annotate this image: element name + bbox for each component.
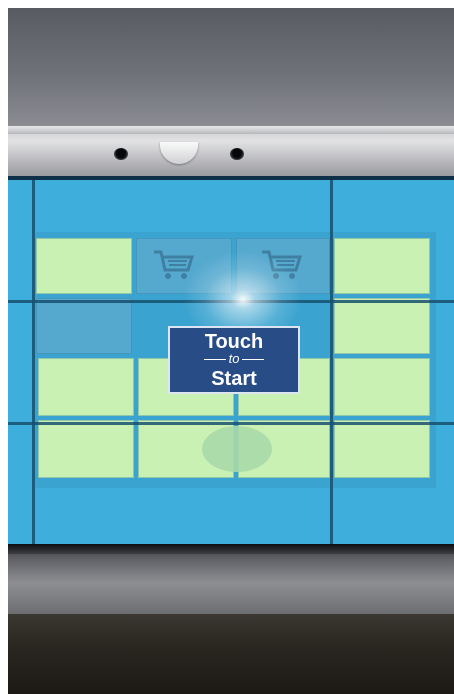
tile bbox=[334, 420, 430, 478]
sensor-dome bbox=[160, 142, 198, 164]
bezel-edge bbox=[8, 544, 454, 554]
dash-right bbox=[242, 359, 265, 361]
start-line-1: Touch bbox=[204, 331, 264, 353]
panel-seam bbox=[8, 300, 454, 303]
kiosk-photo: Touch to Start bbox=[8, 8, 454, 694]
cart-icon bbox=[262, 250, 303, 279]
tile bbox=[36, 238, 132, 294]
panel-seam bbox=[8, 422, 454, 425]
floor bbox=[8, 614, 454, 694]
camera-right-icon bbox=[230, 148, 244, 160]
tile bbox=[334, 298, 430, 354]
panel-seam bbox=[32, 180, 35, 544]
cart-icon bbox=[154, 250, 195, 279]
shape-oval bbox=[202, 426, 272, 472]
top-bezel bbox=[8, 126, 454, 176]
panel-seam bbox=[330, 180, 333, 544]
tile bbox=[36, 298, 132, 354]
tile bbox=[334, 358, 430, 416]
start-line-3: Start bbox=[211, 368, 257, 390]
bezel-lip bbox=[8, 126, 454, 134]
touch-to-start-button[interactable]: Touch to Start bbox=[168, 326, 300, 394]
start-line-2-text: to bbox=[228, 351, 240, 366]
dash-left bbox=[203, 359, 226, 361]
touch-screen[interactable]: Touch to Start bbox=[8, 176, 454, 544]
bottom-bezel bbox=[8, 544, 454, 614]
tile bbox=[334, 238, 430, 294]
tile bbox=[38, 358, 134, 416]
start-line-2: to bbox=[170, 352, 298, 366]
tile bbox=[38, 420, 134, 478]
camera-left-icon bbox=[114, 148, 128, 160]
wall bbox=[8, 8, 454, 126]
